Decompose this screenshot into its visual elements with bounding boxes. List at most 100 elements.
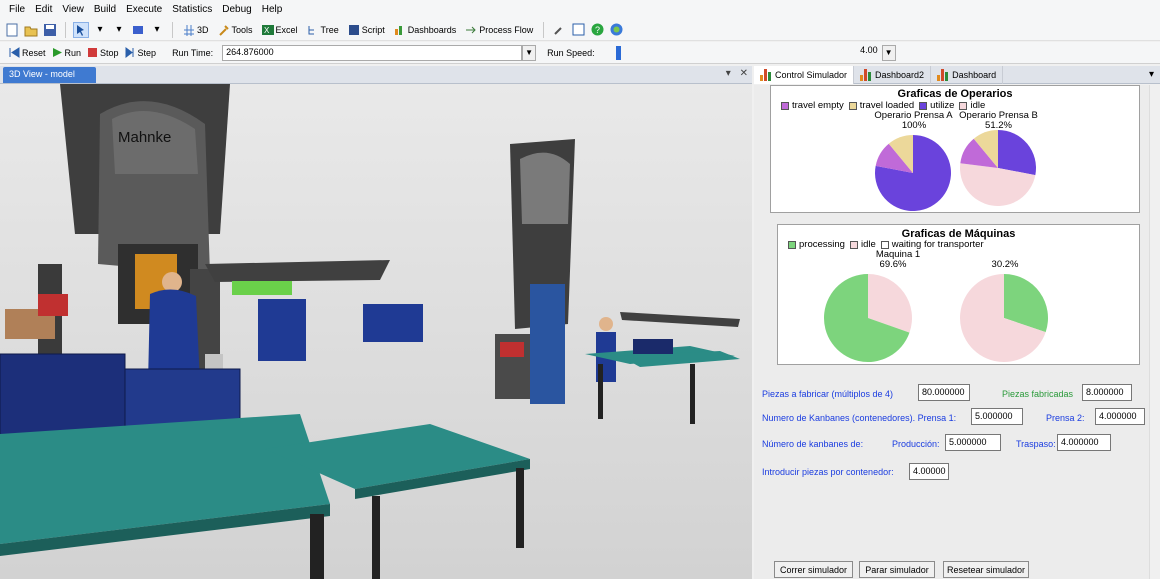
menu-edit[interactable]: Edit [30, 4, 57, 15]
produccion-label: Producción: [892, 439, 940, 449]
main-toolbar: ▾ ▾ ▾ 3D Tools X Excel Tree Script Dashbo… [0, 19, 1160, 41]
tab-control-simulador-label: Control Simulador [775, 69, 848, 80]
open-folder-icon[interactable] [23, 22, 39, 38]
prensa2-label: Prensa 2: [1046, 413, 1085, 423]
produccion-field[interactable]: 5.000000 [945, 434, 1001, 451]
menu-file[interactable]: File [4, 4, 30, 15]
run-speed-label: Run Speed: [547, 47, 595, 58]
reset-label: Reset [22, 47, 46, 58]
menu-view[interactable]: View [57, 4, 89, 15]
prensa1-field[interactable]: 5.000000 [971, 408, 1023, 425]
menu-statistics[interactable]: Statistics [167, 4, 217, 15]
3d-view-button[interactable]: 3D [180, 21, 212, 39]
tab-control-simulador[interactable]: Control Simulador [754, 65, 855, 84]
stop-label: Stop [100, 47, 119, 58]
new-file-icon[interactable] [4, 22, 20, 38]
svg-text:?: ? [595, 25, 600, 35]
globe-icon[interactable] [608, 22, 624, 38]
menu-bar: File Edit View Build Execute Statistics … [0, 0, 1160, 19]
run-button[interactable]: Run [49, 44, 85, 62]
run-speed-value: 4.00 [860, 44, 878, 55]
process-flow-button[interactable]: Process Flow [462, 21, 536, 39]
maquinas-chart: Graficas de Máquinas processing idle wai… [777, 224, 1140, 365]
run-time-label: Run Time: [172, 47, 214, 58]
fabricadas-label: Piezas fabricadas [1002, 389, 1074, 399]
flow-mode-icon[interactable]: ▾ [111, 22, 127, 38]
reset-button[interactable]: Reset [6, 44, 49, 62]
run-speed-thumb[interactable] [615, 45, 621, 60]
traspaso-field[interactable]: 4.000000 [1057, 434, 1111, 451]
svg-text:X: X [264, 26, 270, 35]
run-speed-dropdown[interactable]: ▼ [881, 44, 896, 61]
stop-button[interactable]: Stop [84, 44, 122, 62]
machine-brand-label: Mahnke [118, 129, 171, 146]
operarios-chart: Graficas de Operarios travel empty trave… [770, 85, 1140, 213]
tab-dashboard-label: Dashboard [952, 69, 997, 80]
toolbar-divider [543, 21, 545, 38]
view-tab-controls: ▾ ✕ [726, 68, 748, 79]
run-toolbar: Reset Run Stop Step Run Time: 264.876000… [0, 42, 1160, 64]
dashboards-button[interactable]: Dashboards [391, 21, 460, 39]
menu-execute[interactable]: Execute [121, 4, 167, 15]
traspaso-label: Traspaso: [1016, 439, 1056, 449]
tools-button[interactable]: Tools [215, 21, 256, 39]
step-button[interactable]: Step [122, 44, 160, 62]
3d-view-label: 3D [197, 24, 209, 35]
kanbanes-label: Numero de Kanbanes (contenedores). Prens… [762, 413, 957, 423]
bar-chart-icon [760, 68, 771, 81]
parar-simulador-button[interactable]: Parar simulador [859, 561, 935, 578]
num-kanbanes-label: Número de kanbanes de: [762, 439, 864, 449]
select-mode-icon[interactable] [73, 21, 89, 38]
introducir-field[interactable]: 4.00000 [909, 463, 949, 480]
tree-label: Tree [320, 24, 339, 35]
tools-label: Tools [231, 24, 253, 35]
menu-debug[interactable]: Debug [217, 4, 256, 15]
menu-build[interactable]: Build [89, 4, 121, 15]
tree-button[interactable]: Tree [304, 21, 342, 39]
piezas-field[interactable]: 80.000000 [918, 384, 970, 401]
help-icon[interactable]: ? [589, 22, 605, 38]
run-label: Run [64, 47, 82, 58]
operario-b-slice-utilize [998, 130, 1036, 176]
toolbar-divider [172, 21, 173, 38]
window-icon[interactable] [570, 22, 586, 38]
run-speed-slider[interactable] [612, 45, 762, 61]
view-tab-bar: 3D View - model ▾ ✕ [0, 66, 752, 84]
excel-button[interactable]: X Excel [259, 21, 301, 39]
menu-help[interactable]: Help [257, 4, 288, 15]
operarios-pies [875, 130, 1036, 211]
piezas-label: Piezas a fabricar (múltiplos de 4) [762, 389, 894, 399]
tab-menu-icon[interactable]: ▾ [1149, 69, 1154, 80]
run-time-dropdown[interactable]: ▼ [522, 44, 537, 61]
connect-objects-icon[interactable]: ▾ [92, 22, 108, 38]
resetear-simulador-button[interactable]: Resetear simulador [943, 561, 1029, 578]
step-label: Step [137, 47, 157, 58]
dashboards-label: Dashboards [407, 24, 457, 35]
script-label: Script [361, 24, 385, 35]
excel-label: Excel [275, 24, 298, 35]
process-flow-label: Process Flow [479, 24, 534, 35]
color-mode-icon[interactable] [130, 22, 146, 38]
toolbar-divider [65, 21, 66, 38]
tab-dashboard[interactable]: Dashboard [931, 65, 1004, 84]
tab-menu-icon[interactable]: ▾ [726, 68, 731, 79]
correr-simulador-button[interactable]: Correr simulador [774, 561, 853, 578]
introducir-label: Introducir piezas por contenedor: [762, 467, 894, 477]
save-icon[interactable] [42, 22, 58, 38]
dashboard-tab-bar: Control Simulador Dashboard2 Dashboard ▾ [754, 65, 1160, 84]
3d-scene[interactable]: Mahnke [0, 84, 752, 579]
tab-dashboard2-label: Dashboard2 [875, 69, 925, 80]
fabricadas-field[interactable]: 8.000000 [1082, 384, 1132, 401]
close-icon[interactable]: ✕ [740, 68, 748, 79]
prensa2-field[interactable]: 4.000000 [1095, 408, 1145, 425]
tab-dashboard2[interactable]: Dashboard2 [854, 65, 932, 84]
script-button[interactable]: Script [345, 21, 388, 39]
run-time-field[interactable]: 264.876000 [222, 44, 523, 61]
wrench-icon[interactable] [551, 22, 567, 38]
bar-chart-icon [860, 68, 872, 81]
maquinas-pies [824, 274, 1048, 362]
layout-mode-icon[interactable]: ▾ [149, 22, 165, 38]
3d-viewport[interactable]: Mahnke [0, 84, 752, 579]
dashboard-scrollbar[interactable] [1149, 85, 1160, 579]
tab-3d-view[interactable]: 3D View - model [3, 67, 96, 83]
